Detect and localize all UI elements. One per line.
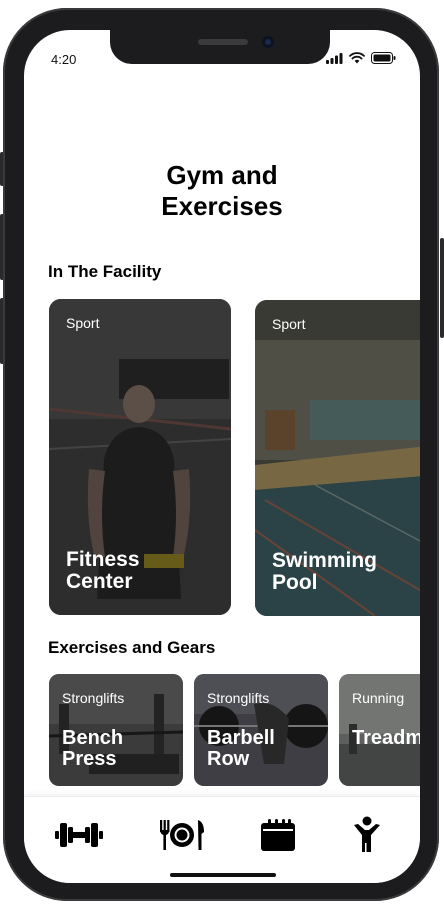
card-name: Treadmill xyxy=(352,728,420,749)
card-name: Fitness Center xyxy=(66,549,226,593)
power-button xyxy=(440,238,444,338)
card-name-line2: Center xyxy=(66,570,133,593)
facility-section-title: In The Facility xyxy=(48,262,162,281)
tab-dining[interactable] xyxy=(157,815,207,855)
card-name-line2: Pool xyxy=(272,571,318,594)
status-time: 4:20 xyxy=(51,52,77,67)
dining-icon xyxy=(160,820,204,850)
card-name-line1: Barbell xyxy=(207,727,275,749)
exercises-section-title: Exercises and Gears xyxy=(48,638,216,657)
facility-card-fitness-center[interactable]: Sport Fitness Center xyxy=(49,299,231,615)
calendar-icon xyxy=(261,819,295,851)
facility-card-swimming-pool[interactable]: Sport Swimming Pool xyxy=(255,300,420,616)
page-title: Gym and Exercises xyxy=(24,160,420,222)
card-tag: Sport xyxy=(272,316,306,332)
tab-profile[interactable] xyxy=(342,815,392,855)
camera-icon xyxy=(262,36,274,48)
card-name-line2: Row xyxy=(207,748,250,770)
card-name-line1: Fitness xyxy=(66,548,140,571)
card-name-line1: Swimming xyxy=(272,549,378,572)
exercise-card-treadmill[interactable]: Running Treadmill xyxy=(339,674,420,786)
card-tag: Running xyxy=(352,690,405,706)
speaker-grille xyxy=(198,39,248,45)
card-name: Barbell Row xyxy=(207,728,275,770)
card-tag: Stronglifts xyxy=(62,690,125,706)
card-tag: Sport xyxy=(66,315,100,331)
device: 4:20 Gym and Exercises In The Facility S… xyxy=(0,0,444,907)
card-name-line2: Press xyxy=(62,748,117,770)
notch xyxy=(110,30,330,64)
card-name: Bench Press xyxy=(62,728,123,770)
page-title-line2: Exercises xyxy=(161,191,283,221)
card-name-line2: Treadmill xyxy=(352,727,420,749)
card-name-line1: Bench xyxy=(62,727,124,749)
exercise-card-barbell-row[interactable]: Stronglifts Barbell Row xyxy=(194,674,328,786)
screen: 4:20 Gym and Exercises In The Facility S… xyxy=(24,30,420,883)
battery-icon xyxy=(371,52,396,64)
card-name: Swimming Pool xyxy=(272,550,420,594)
dumbbell-icon xyxy=(55,823,103,847)
card-tag: Stronglifts xyxy=(207,690,270,706)
tab-gym[interactable] xyxy=(54,815,104,855)
signal-icon xyxy=(326,52,343,64)
person-icon xyxy=(354,816,380,852)
home-indicator[interactable] xyxy=(170,873,276,877)
tab-bar xyxy=(24,796,420,883)
exercise-card-bench-press[interactable]: Stronglifts Bench Press xyxy=(49,674,183,786)
page-title-line1: Gym and xyxy=(166,160,278,190)
tab-calendar[interactable] xyxy=(253,815,303,855)
status-icons xyxy=(326,52,396,64)
wifi-icon xyxy=(349,52,365,64)
